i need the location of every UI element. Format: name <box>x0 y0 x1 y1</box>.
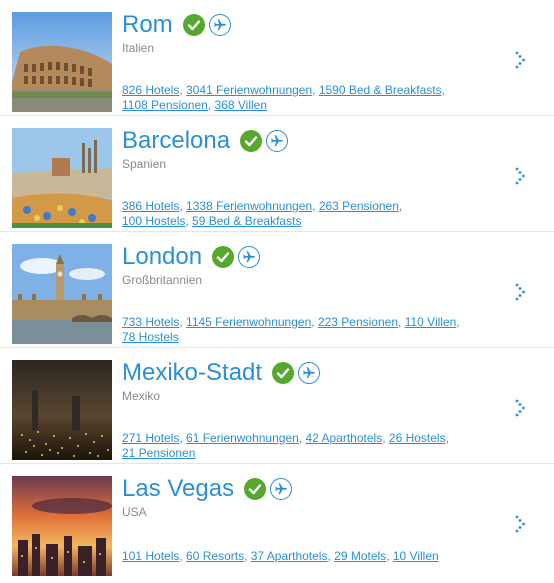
badge-group <box>244 478 293 500</box>
accommodation-link[interactable]: 1338 Ferienwohnungen <box>186 199 312 213</box>
accommodation-links: 271 Hotels, 61 Ferienwohnungen, 42 Apart… <box>122 431 449 460</box>
dotted-chevron-right-icon[interactable] <box>514 398 528 418</box>
accommodation-link[interactable]: 1108 Pensionen <box>122 98 208 112</box>
accommodation-link[interactable]: 42 Aparthotels <box>305 431 382 445</box>
destination-country: Großbritannien <box>122 273 203 287</box>
accommodation-link[interactable]: 59 Bed & Breakfasts <box>192 214 301 228</box>
destination-photo-las-vegas[interactable] <box>12 476 112 576</box>
accommodation-link[interactable]: 10 Villen <box>393 549 439 563</box>
destination-country: Mexiko <box>122 389 161 403</box>
accommodation-link[interactable]: 101 Hotels <box>122 549 179 563</box>
accommodation-link[interactable]: 263 Pensionen <box>319 199 399 213</box>
destination-row-rom: Rom Italien 826 Hotels, 3041 Ferienwohnu… <box>0 0 554 116</box>
destination-name-link[interactable]: London <box>122 242 202 272</box>
accommodation-link[interactable]: 368 Villen <box>215 98 268 112</box>
dotted-chevron-right-icon[interactable] <box>514 282 528 302</box>
destination-row-london: London Großbritannien 733 Hotels, 1145 F… <box>0 232 554 348</box>
airplane-icon[interactable] <box>266 130 289 152</box>
title-line: London <box>122 242 261 272</box>
destination-row-las-vegas: Las Vegas USA 101 Hotels, 60 Resorts, 37… <box>0 464 554 580</box>
check-circle-icon <box>212 246 235 268</box>
accommodation-links: 826 Hotels, 3041 Ferienwohnungen, 1590 B… <box>122 83 445 112</box>
accommodation-link[interactable]: 29 Motels <box>334 549 386 563</box>
destination-country: USA <box>122 505 147 519</box>
accommodation-link[interactable]: 37 Aparthotels <box>251 549 328 563</box>
badge-group <box>182 14 231 36</box>
title-line: Rom <box>122 10 231 40</box>
destination-list: Rom Italien 826 Hotels, 3041 Ferienwohnu… <box>0 0 554 580</box>
destination-row-barcelona: Barcelona Spanien 386 Hotels, 1338 Ferie… <box>0 116 554 232</box>
accommodation-link[interactable]: 3041 Ferienwohnungen <box>186 83 312 97</box>
destination-photo-rom[interactable] <box>12 12 112 112</box>
accommodation-links: 101 Hotels, 60 Resorts, 37 Aparthotels, … <box>122 549 439 563</box>
airplane-icon[interactable] <box>238 246 261 268</box>
badge-group <box>240 130 289 152</box>
accommodation-link[interactable]: 21 Pensionen <box>122 446 195 460</box>
accommodation-link[interactable]: 733 Hotels <box>122 315 179 329</box>
accommodation-link[interactable]: 60 Resorts <box>186 549 244 563</box>
destination-name-link[interactable]: Las Vegas <box>122 474 234 504</box>
accommodation-link[interactable]: 223 Pensionen <box>318 315 398 329</box>
destination-name-link[interactable]: Mexiko-Stadt <box>122 358 262 388</box>
destination-photo-mexiko-stadt[interactable] <box>12 360 112 460</box>
check-circle-icon <box>182 14 205 36</box>
accommodation-link[interactable]: 826 Hotels <box>122 83 179 97</box>
accommodation-link[interactable]: 110 Villen <box>405 315 457 329</box>
title-line: Barcelona <box>122 126 289 156</box>
accommodation-links: 386 Hotels, 1338 Ferienwohnungen, 263 Pe… <box>122 199 403 228</box>
airplane-icon[interactable] <box>298 362 321 384</box>
destination-country: Italien <box>122 41 155 55</box>
accommodation-link[interactable]: 271 Hotels <box>122 431 179 445</box>
airplane-icon[interactable] <box>208 14 231 36</box>
dotted-chevron-right-icon[interactable] <box>514 514 528 534</box>
destination-row-mexiko-stadt: Mexiko-Stadt Mexiko 271 Hotels, 61 Ferie… <box>0 348 554 464</box>
accommodation-link[interactable]: 1145 Ferienwohnungen <box>186 315 311 329</box>
accommodation-link[interactable]: 386 Hotels <box>122 199 179 213</box>
accommodation-link[interactable]: 61 Ferienwohnungen <box>186 431 299 445</box>
title-line: Las Vegas <box>122 474 293 504</box>
badge-group <box>272 362 321 384</box>
destination-photo-london[interactable] <box>12 244 112 344</box>
dotted-chevron-right-icon[interactable] <box>514 50 528 70</box>
accommodation-link[interactable]: 100 Hostels <box>122 214 185 228</box>
destination-name-link[interactable]: Barcelona <box>122 126 230 156</box>
accommodation-link[interactable]: 1590 Bed & Breakfasts <box>319 83 442 97</box>
check-circle-icon <box>272 362 295 384</box>
accommodation-link[interactable]: 78 Hostels <box>122 330 179 344</box>
title-line: Mexiko-Stadt <box>122 358 321 388</box>
destination-country: Spanien <box>122 157 167 171</box>
dotted-chevron-right-icon[interactable] <box>514 166 528 186</box>
accommodation-link[interactable]: 26 Hostels <box>389 431 446 445</box>
destination-name-link[interactable]: Rom <box>122 10 173 40</box>
badge-group <box>212 246 261 268</box>
check-circle-icon <box>240 130 263 152</box>
destination-photo-barcelona[interactable] <box>12 128 112 228</box>
accommodation-links: 733 Hotels, 1145 Ferienwohnungen, 223 Pe… <box>122 315 460 344</box>
check-circle-icon <box>244 478 267 500</box>
airplane-icon[interactable] <box>270 478 293 500</box>
